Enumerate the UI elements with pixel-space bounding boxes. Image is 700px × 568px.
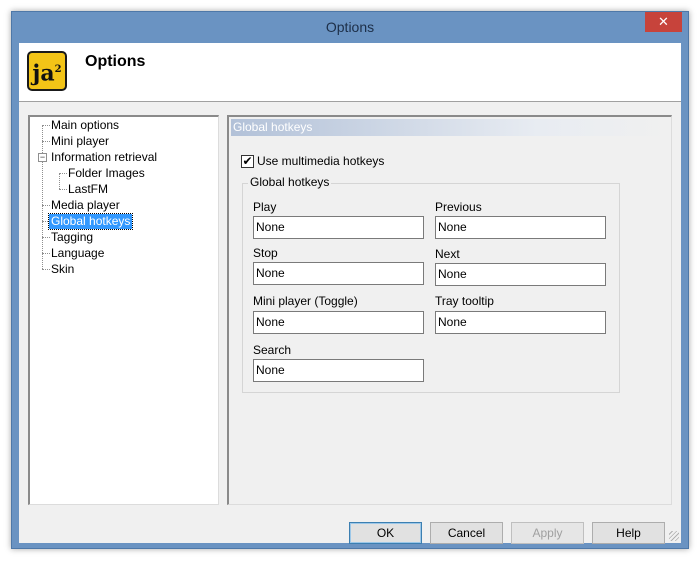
previous-label: Previous — [435, 200, 482, 214]
tree-item-media-player[interactable]: Media player — [49, 198, 122, 213]
play-hotkey-input[interactable]: None — [253, 216, 424, 239]
use-multimedia-checkbox[interactable]: ✔ — [241, 155, 254, 168]
mini-player-toggle-hotkey-input[interactable]: None — [253, 311, 424, 334]
dialog-heading: Options — [85, 53, 146, 70]
dialog-header: ja2 Options — [19, 43, 681, 102]
help-button[interactable]: Help — [592, 522, 665, 544]
tree-item-main-options[interactable]: Main options — [49, 118, 121, 133]
logo-superscript: 2 — [54, 64, 62, 75]
tree-item-folder-images[interactable]: Folder Images — [66, 166, 147, 181]
next-hotkey-input[interactable]: None — [435, 263, 606, 286]
close-icon: ✕ — [658, 14, 669, 29]
collapse-icon[interactable]: − — [38, 153, 47, 162]
options-window: Options ✕ ja2 Options − Main options Min… — [11, 11, 689, 549]
app-logo-icon: ja2 — [27, 51, 67, 91]
group-title: Global hotkeys — [248, 175, 332, 189]
next-label: Next — [435, 247, 460, 261]
apply-button[interactable]: Apply — [511, 522, 584, 544]
tray-tooltip-hotkey-input[interactable]: None — [435, 311, 606, 334]
tree-item-information-retrieval[interactable]: Information retrieval — [49, 150, 159, 165]
settings-panel: Global hotkeys ✔ Use multimedia hotkeys … — [227, 115, 672, 505]
ok-button[interactable]: OK — [349, 522, 422, 544]
play-label: Play — [253, 200, 277, 214]
cancel-button[interactable]: Cancel — [430, 522, 503, 544]
search-hotkey-input[interactable]: None — [253, 359, 424, 382]
tree-line — [59, 173, 60, 189]
use-multimedia-label[interactable]: Use multimedia hotkeys — [257, 155, 384, 168]
tree-item-tagging[interactable]: Tagging — [49, 230, 95, 245]
dialog-client: ja2 Options − Main options Mini player I… — [19, 43, 681, 544]
tree-item-skin[interactable]: Skin — [49, 262, 76, 277]
tree-item-lastfm[interactable]: LastFM — [66, 182, 110, 197]
close-button[interactable]: ✕ — [645, 12, 682, 32]
panel-header: Global hotkeys — [231, 119, 669, 136]
mini-player-toggle-label: Mini player (Toggle) — [253, 294, 358, 308]
tree-item-language[interactable]: Language — [49, 246, 106, 261]
tree-item-mini-player[interactable]: Mini player — [49, 134, 111, 149]
resize-grip-icon[interactable] — [669, 531, 679, 541]
logo-text: ja — [32, 60, 55, 87]
stop-hotkey-input[interactable]: None — [253, 262, 424, 285]
tree-item-global-hotkeys[interactable]: Global hotkeys — [47, 213, 134, 230]
stop-label: Stop — [253, 246, 278, 260]
previous-hotkey-input[interactable]: None — [435, 216, 606, 239]
options-tree[interactable]: − Main options Mini player Information r… — [28, 115, 219, 505]
tray-tooltip-label: Tray tooltip — [435, 294, 494, 308]
window-title: Options — [325, 19, 375, 35]
search-label: Search — [253, 343, 292, 357]
tree-line — [42, 125, 43, 269]
